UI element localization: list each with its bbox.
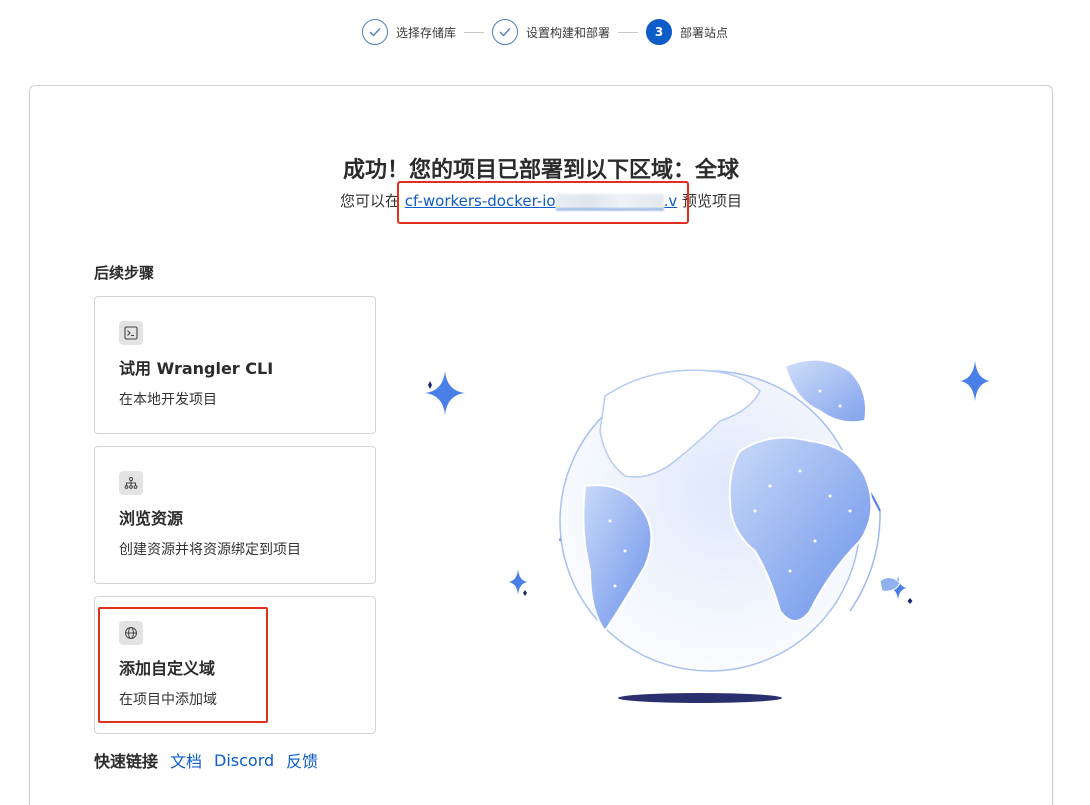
- page-title: 成功！您的项目已部署到以下区域：全球: [342, 158, 739, 183]
- success-card: 成功！您的项目已部署到以下区域：全球 您可以在 cf-workers-docke…: [29, 85, 1053, 805]
- highlight-box: [98, 607, 268, 723]
- check-icon: [491, 19, 518, 45]
- quick-links-label: 快速链接: [94, 752, 159, 771]
- quick-links: 快速链接 文档 Discord 反馈: [94, 748, 330, 772]
- step-select-repo: 选择存储库: [361, 19, 456, 45]
- hierarchy-icon: [119, 471, 143, 495]
- step-divider: [463, 31, 484, 33]
- highlight-box: [397, 181, 689, 224]
- sparkle-icon: [960, 361, 990, 401]
- step-build-settings: 设置构建和部署: [491, 19, 610, 45]
- action-title: 试用 Wrangler CLI: [119, 359, 274, 378]
- action-card-wrangler[interactable]: 试用 Wrangler CLI 在本地开发项目: [94, 296, 376, 434]
- action-title: 浏览资源: [119, 509, 184, 528]
- step-divider: [618, 31, 638, 33]
- globe-illustration: [425, 358, 990, 703]
- action-desc: 创建资源并将资源绑定到项目: [119, 542, 301, 558]
- subtitle-suffix: 预览项目: [682, 192, 743, 210]
- terminal-icon: [119, 321, 143, 345]
- subtitle-prefix: 您可以在: [339, 192, 400, 210]
- progress-stepper: 选择存储库 设置构建和部署 3 部署站点: [0, 18, 1090, 46]
- check-icon: [361, 19, 388, 45]
- action-card-resources[interactable]: 浏览资源 创建资源并将资源绑定到项目: [94, 446, 376, 584]
- docs-link[interactable]: 文档: [170, 748, 202, 772]
- step-label: 选择存储库: [395, 25, 456, 40]
- next-steps-heading: 后续步骤: [94, 264, 155, 282]
- action-desc: 在本地开发项目: [119, 392, 217, 408]
- step-number: 3: [646, 19, 672, 45]
- step-deploy-site: 3 部署站点: [646, 19, 728, 45]
- step-label: 部署站点: [680, 25, 729, 40]
- step-label: 设置构建和部署: [525, 25, 610, 40]
- feedback-link[interactable]: 反馈: [286, 748, 318, 772]
- sparkle-icon: [425, 371, 465, 415]
- sparkle-icon: [508, 569, 528, 596]
- discord-link[interactable]: Discord: [214, 751, 274, 770]
